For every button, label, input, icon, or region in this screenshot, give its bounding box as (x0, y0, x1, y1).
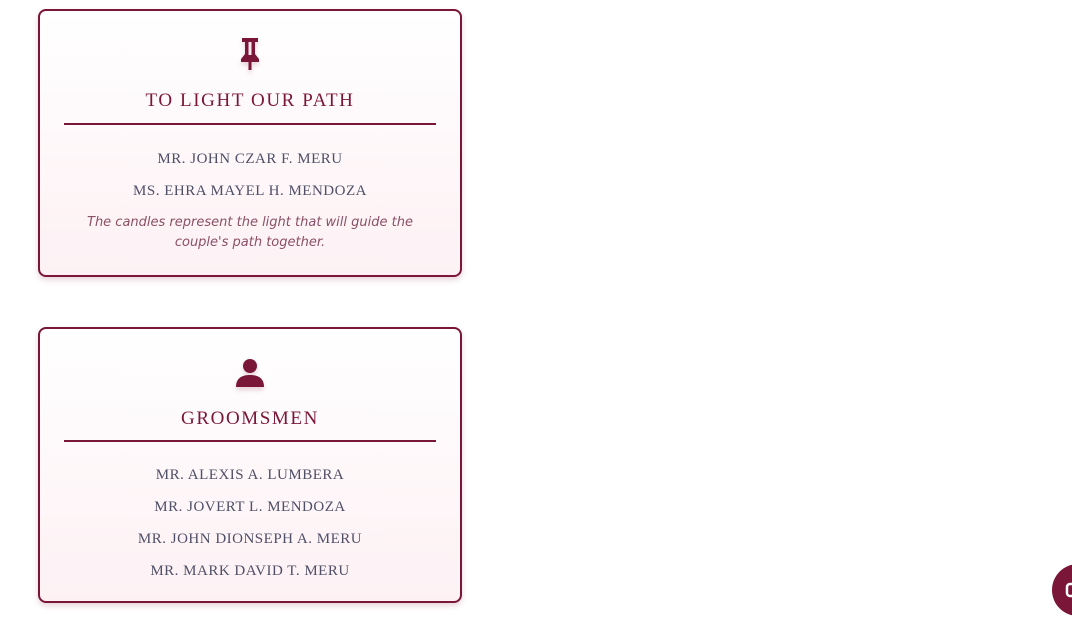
groomsman-name: MR. MARK DAVID T. MERU (150, 563, 350, 579)
card-title: TO LIGHT OUR PATH (145, 90, 355, 111)
person-icon (40, 356, 460, 390)
pushpin-icon (40, 37, 460, 71)
groomsman-name: MR. ALEXIS A. LUMBERA (155, 467, 345, 483)
groomsman-name: MR. JOVERT L. MENDOZA (154, 499, 346, 515)
groomsmen-name-list: MR. ALEXIS A. LUMBERA MR. JOVERT L. MEND… (40, 459, 460, 587)
candle-sponsors-card: TO LIGHT OUR PATH MR. JOHN CZAR F. MERU … (38, 9, 462, 277)
title-divider (64, 123, 436, 125)
title-divider (64, 440, 436, 442)
card-title: GROOMSMEN (181, 408, 319, 429)
groomsman-name: MR. JOHN DIONSEPH A. MERU (137, 531, 363, 547)
card-note: The candles represent the light that wil… (87, 215, 413, 250)
sponsor-name: MR. JOHN CZAR F. MERU (157, 151, 343, 167)
groomsmen-card: GROOMSMEN MR. ALEXIS A. LUMBERA MR. JOVE… (38, 327, 462, 603)
floating-action-button[interactable] (1052, 564, 1072, 616)
floating-action-icon (1065, 582, 1072, 598)
sponsor-name: MS. EHRA MAYEL H. MENDOZA (133, 183, 367, 199)
sponsor-name-list: MR. JOHN CZAR F. MERU MS. EHRA MAYEL H. … (40, 143, 460, 207)
